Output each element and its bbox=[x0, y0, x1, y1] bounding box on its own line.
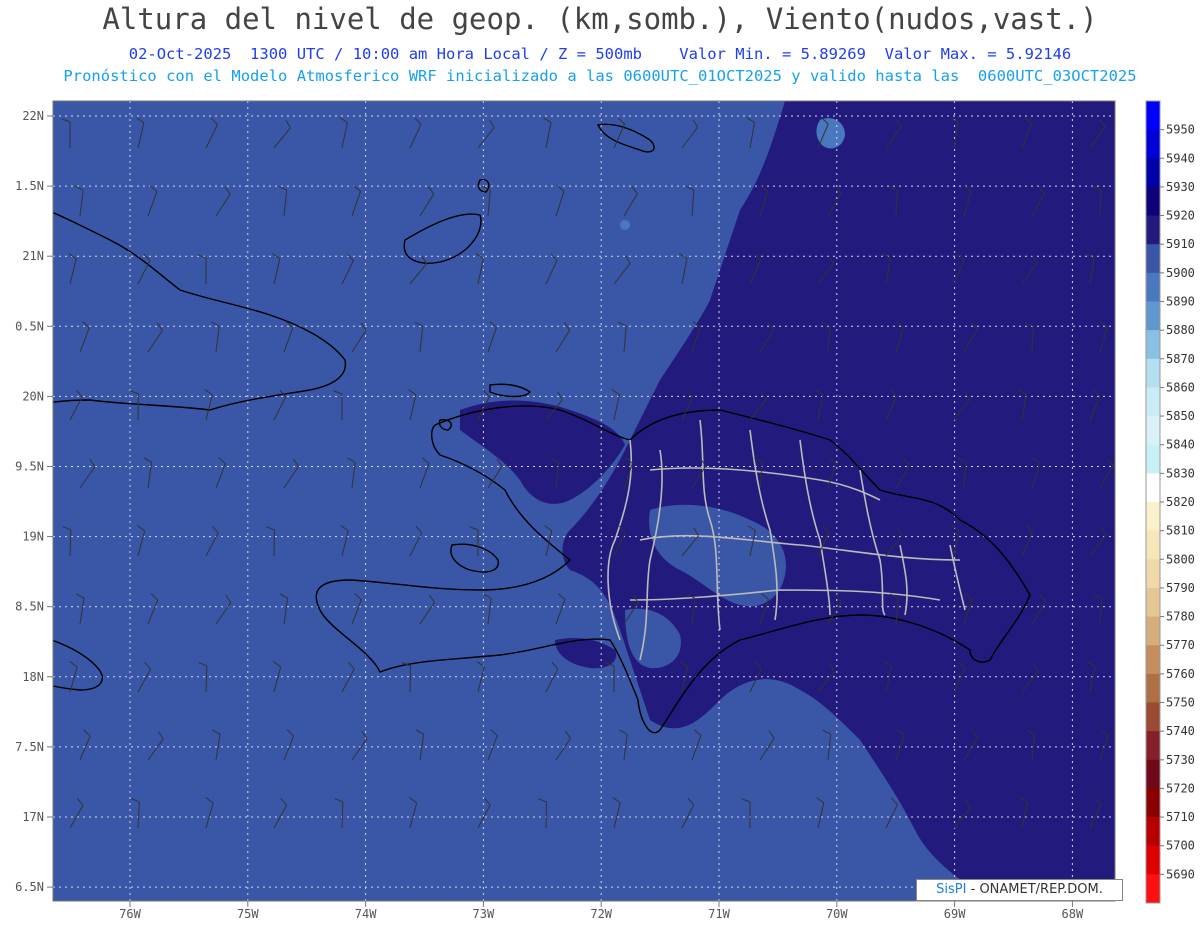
colorbar-label: 5710 bbox=[1166, 810, 1195, 824]
colorbar-label: 5920 bbox=[1166, 209, 1195, 223]
colorbar-swatch bbox=[1146, 530, 1160, 560]
colorbar-swatch bbox=[1146, 129, 1160, 159]
colorbar-swatch bbox=[1146, 244, 1160, 274]
colorbar-swatch bbox=[1146, 158, 1160, 188]
lat-tick-label: 0.5N bbox=[15, 319, 44, 333]
lat-tick-label: 21N bbox=[22, 249, 44, 263]
lon-tick-label: 73W bbox=[473, 907, 495, 921]
colorbar-swatch bbox=[1146, 616, 1160, 646]
lat-tick-label: 9.5N bbox=[15, 460, 44, 474]
colorbar-label: 5770 bbox=[1166, 638, 1195, 652]
colorbar-label: 5790 bbox=[1166, 581, 1195, 595]
colorbar-label: 5740 bbox=[1166, 724, 1195, 738]
lon-tick-label: 71W bbox=[708, 907, 730, 921]
colorbar-swatch bbox=[1146, 874, 1160, 904]
colorbar-label: 5880 bbox=[1166, 323, 1195, 337]
colorbar-swatch bbox=[1146, 759, 1160, 789]
colorbar-label: 5700 bbox=[1166, 839, 1195, 853]
colorbar-label: 5760 bbox=[1166, 667, 1195, 681]
longitude-axis: 76W 75W 74W 73W 72W 71W 70W 69W 68W bbox=[119, 901, 1084, 921]
colorbar-swatch bbox=[1146, 673, 1160, 703]
colorbar-swatch bbox=[1146, 358, 1160, 388]
colorbar-label: 5950 bbox=[1166, 123, 1195, 137]
lat-tick-label: 8.5N bbox=[15, 600, 44, 614]
lat-tick-label: 22N bbox=[22, 109, 44, 123]
colorbar-label: 5820 bbox=[1166, 495, 1195, 509]
credit-text: - ONAMET/REP.DOM. bbox=[966, 882, 1103, 897]
colorbar-label: 5930 bbox=[1166, 180, 1195, 194]
colorbar-swatch bbox=[1146, 645, 1160, 675]
colorbar-swatch bbox=[1146, 186, 1160, 217]
credit-box: SisPI - ONAMET/REP.DOM. bbox=[916, 879, 1123, 901]
colorbar-swatch bbox=[1146, 272, 1160, 302]
lat-tick-label: 6.5N bbox=[15, 880, 44, 894]
colorbar-swatch bbox=[1146, 301, 1160, 331]
colorbar-label: 5750 bbox=[1166, 696, 1195, 710]
colorbar-swatch bbox=[1146, 444, 1160, 474]
colorbar-label: 5810 bbox=[1166, 524, 1195, 538]
latitude-axis: 22N 1.5N 21N 0.5N 20N 9.5N 19N 8.5N 18N 7.5N 17N 6.… bbox=[15, 109, 53, 894]
colorbar-swatch bbox=[1146, 330, 1160, 360]
forecast-map: 22N 1.5N 21N 0.5N 20N 9.5N 19N 8.5N 18N 7.5N 17N 6.… bbox=[15, 100, 1195, 921]
lon-tick-label: 68W bbox=[1062, 907, 1084, 921]
colorbar-swatch bbox=[1146, 702, 1160, 732]
colorbar-swatch bbox=[1146, 387, 1160, 417]
colorbar-swatch bbox=[1146, 587, 1160, 618]
colorbar-label: 5870 bbox=[1166, 352, 1195, 366]
lat-tick-label: 7.5N bbox=[15, 740, 44, 754]
colorbar-label: 5840 bbox=[1166, 438, 1195, 452]
colorbar-swatch bbox=[1146, 845, 1160, 875]
colorbar-label: 5940 bbox=[1166, 151, 1195, 165]
lon-tick-label: 70W bbox=[826, 907, 848, 921]
colorbar-swatch bbox=[1146, 731, 1160, 761]
lat-tick-label: 17N bbox=[22, 810, 44, 824]
colorbar-label: 5720 bbox=[1166, 781, 1195, 795]
lat-tick-label: 1.5N bbox=[15, 179, 44, 193]
lat-tick-label: 20N bbox=[22, 389, 44, 403]
colorbar-label: 5910 bbox=[1166, 237, 1195, 251]
colorbar-label: 5900 bbox=[1166, 266, 1195, 280]
colorbar-swatch bbox=[1146, 502, 1160, 532]
colorbar-swatch bbox=[1146, 473, 1160, 503]
lat-tick-label: 19N bbox=[22, 530, 44, 544]
colorbar-swatch bbox=[1146, 559, 1160, 589]
colorbar-swatch bbox=[1146, 416, 1160, 446]
colorbar-label: 5860 bbox=[1166, 380, 1195, 394]
lon-tick-label: 74W bbox=[355, 907, 377, 921]
lon-tick-label: 76W bbox=[119, 907, 141, 921]
colorbar-swatch bbox=[1146, 101, 1160, 131]
colorbar-label: 5800 bbox=[1166, 552, 1195, 566]
lat-tick-label: 18N bbox=[22, 670, 44, 684]
colorbar-label: 5780 bbox=[1166, 610, 1195, 624]
map-plot-area bbox=[53, 101, 1115, 901]
light-patch-small bbox=[620, 220, 630, 230]
colorbar: 5950 5940 5930 5920 5910 5900 5890 5880 5870 5860… bbox=[1145, 100, 1195, 904]
colorbar-label: 5850 bbox=[1166, 409, 1195, 423]
colorbar-label: 5690 bbox=[1166, 867, 1195, 881]
colorbar-label: 5890 bbox=[1166, 295, 1195, 309]
credit-brand: SisPI bbox=[936, 882, 967, 897]
lon-tick-label: 75W bbox=[237, 907, 259, 921]
colorbar-label: 5830 bbox=[1166, 466, 1195, 480]
lon-tick-label: 72W bbox=[590, 907, 612, 921]
colorbar-swatch bbox=[1146, 215, 1160, 245]
colorbar-label: 5730 bbox=[1166, 753, 1195, 767]
lon-tick-label: 69W bbox=[944, 907, 966, 921]
colorbar-swatch bbox=[1146, 817, 1160, 847]
colorbar-swatch bbox=[1146, 788, 1160, 818]
